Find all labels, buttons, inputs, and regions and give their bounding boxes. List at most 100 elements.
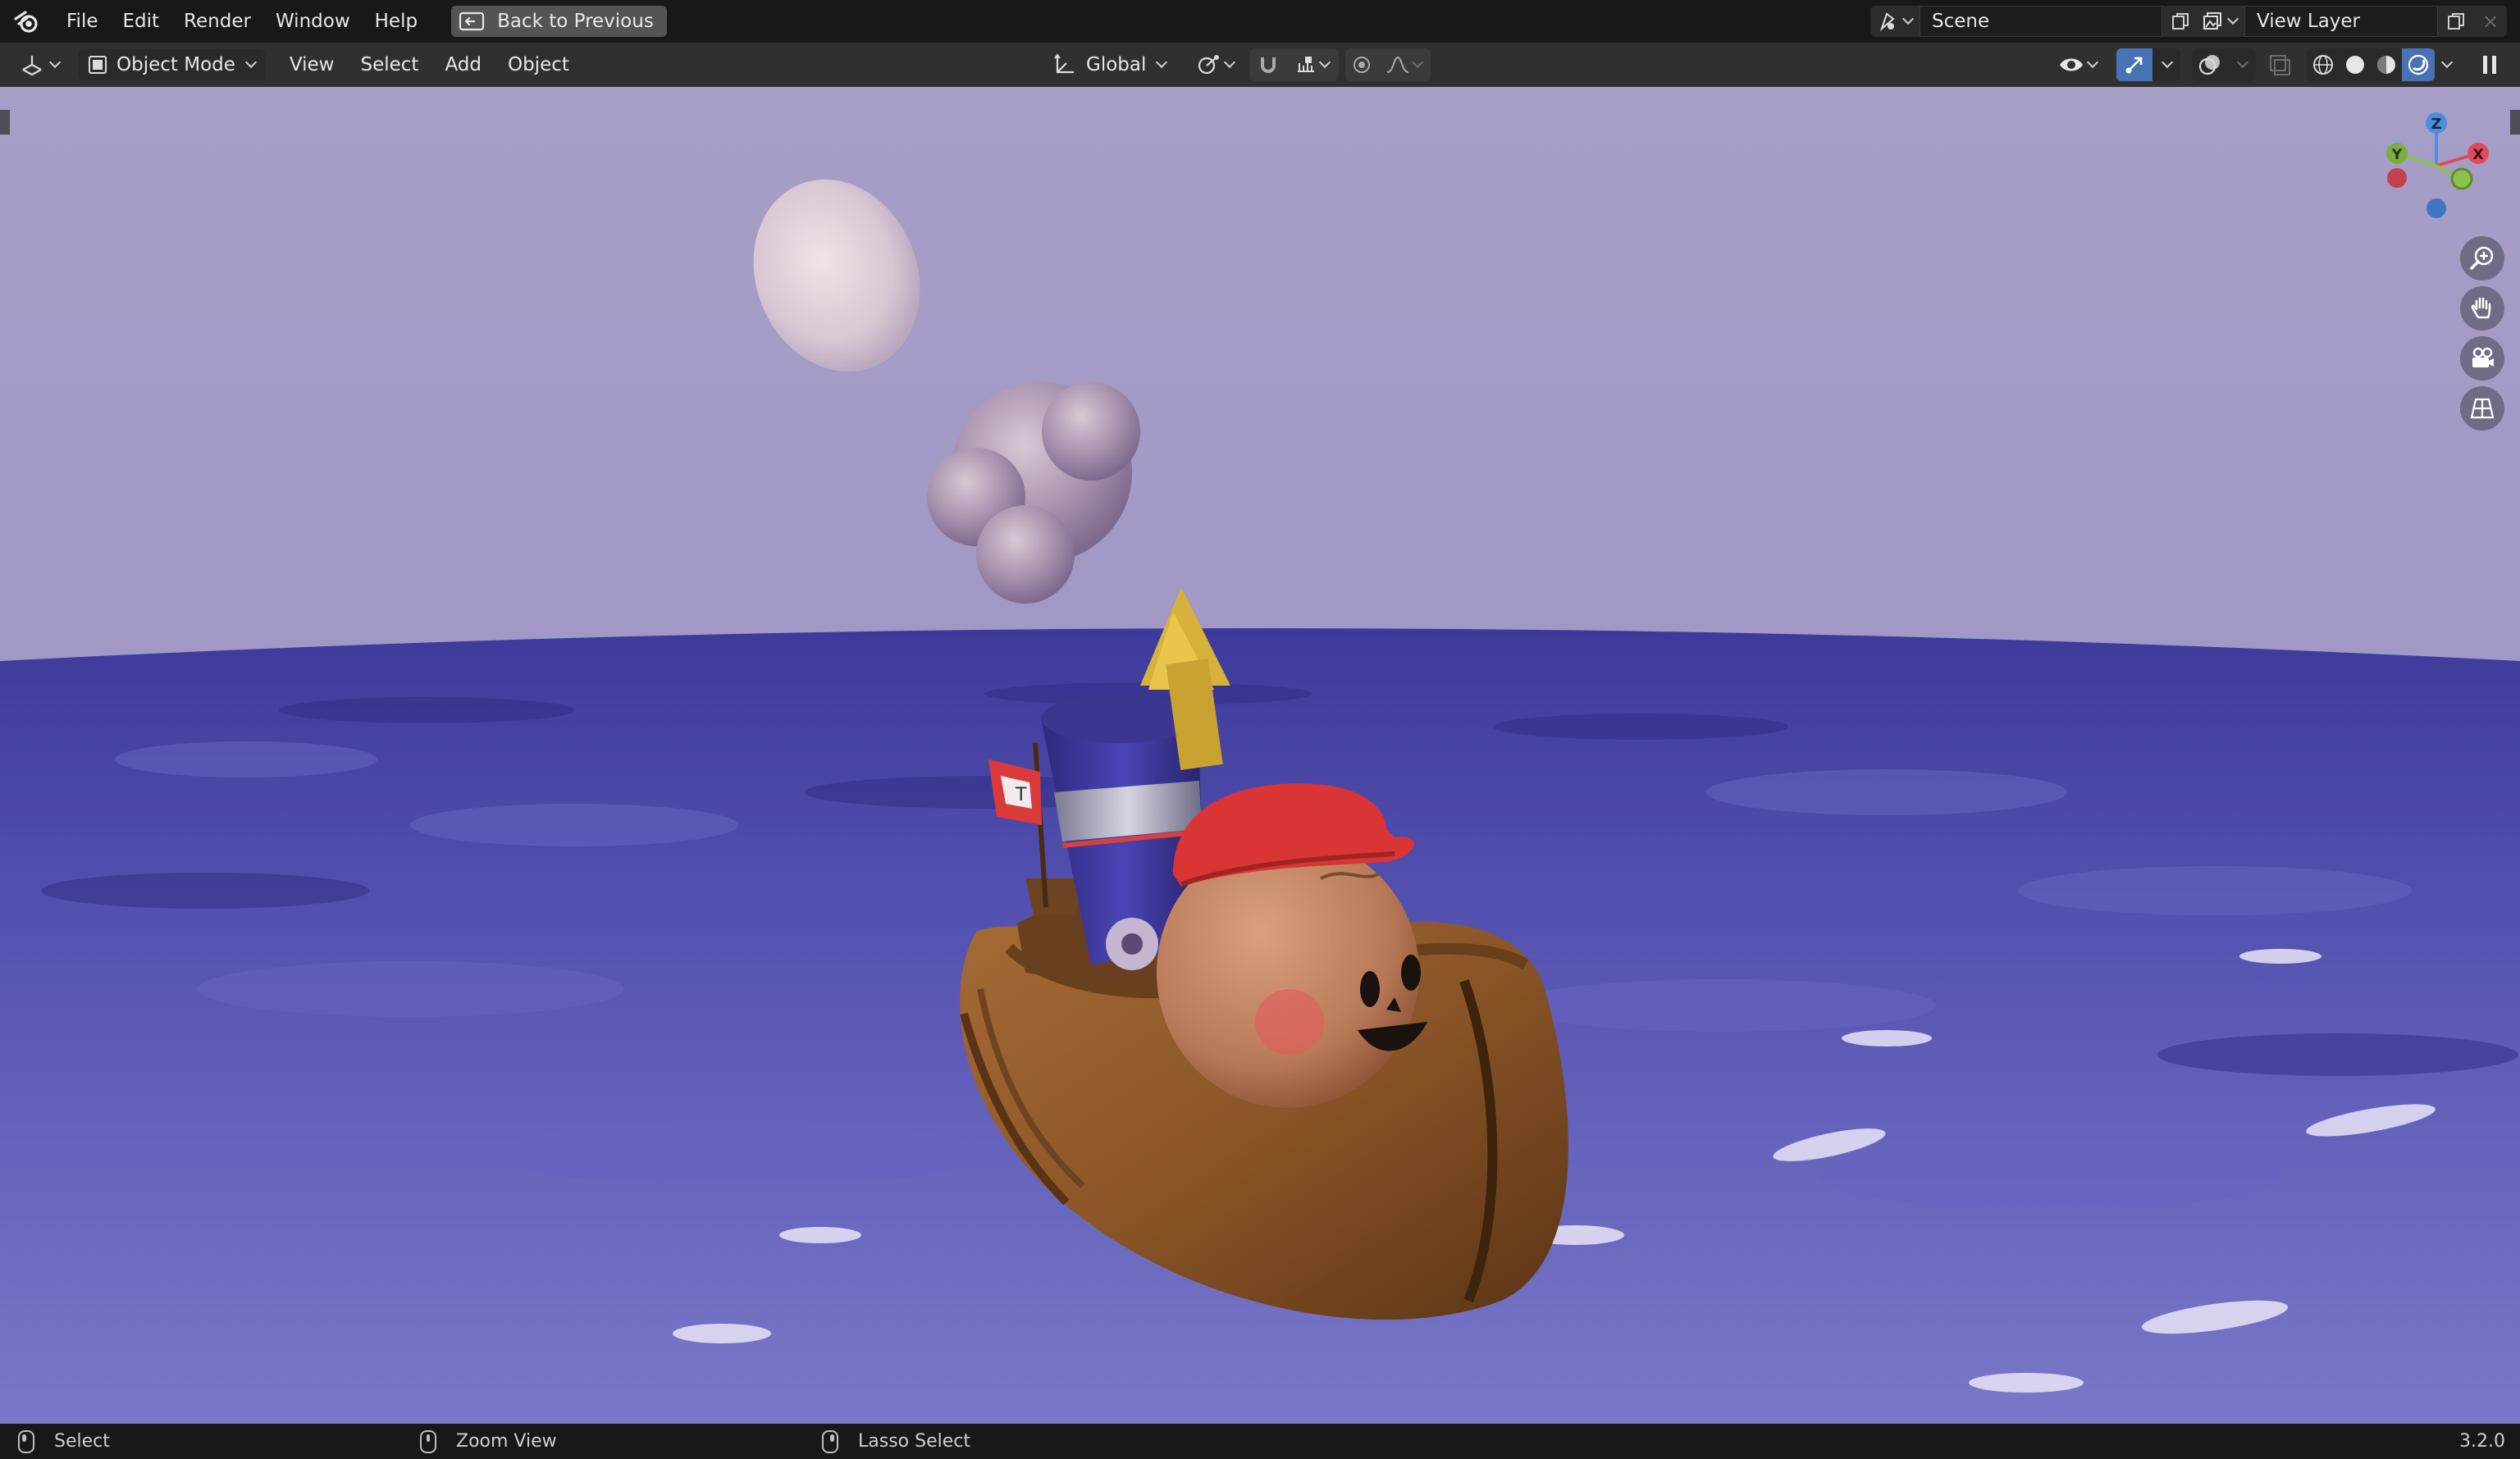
proportional-editing-toggle[interactable] [1345, 48, 1378, 81]
magnifier-plus-icon [2470, 246, 2494, 270]
snap-increment-icon [1298, 57, 1314, 72]
material-sphere-icon [2377, 56, 2395, 74]
menu-object[interactable]: Object [495, 49, 582, 80]
3d-viewport-icon [22, 56, 42, 76]
overlay-controls [2192, 48, 2256, 81]
shading-options-dropdown[interactable] [2440, 48, 2454, 81]
menu-file[interactable]: File [54, 5, 111, 38]
rendered-sphere-icon [2408, 54, 2429, 75]
object-mode-icon [89, 56, 107, 74]
proportional-falloff-dropdown[interactable] [1378, 48, 1431, 81]
duplicate-icon [2172, 13, 2189, 30]
xray-icon [2270, 55, 2290, 75]
snap-target-dropdown[interactable] [1286, 48, 1339, 81]
3d-viewport[interactable]: T Z Y X [0, 87, 2520, 1424]
navigation-gizmo[interactable]: Z Y X [2375, 107, 2503, 221]
gizmo-dropdown[interactable] [2152, 48, 2180, 81]
menu-window[interactable]: Window [263, 5, 363, 38]
rendered-scene: T [0, 87, 2520, 1424]
overlays-dropdown[interactable] [2228, 48, 2256, 81]
scene-selector: Scene × [1870, 6, 2231, 37]
magnet-icon [1261, 57, 1276, 73]
transform-orientation-dropdown[interactable]: Global [1050, 48, 1168, 81]
mouse-right-icon [822, 1429, 838, 1453]
shading-solid-button[interactable] [2340, 48, 2371, 81]
status-middle-click-label: Zoom View [456, 1431, 557, 1452]
status-left-click-label: Select [54, 1431, 110, 1452]
show-gizmo-toggle[interactable] [2116, 48, 2152, 81]
scene-name-field[interactable]: Scene [1920, 6, 2162, 37]
mouse-middle-icon [420, 1429, 436, 1453]
shading-wireframe-button[interactable] [2307, 48, 2340, 81]
new-scene-button[interactable] [2162, 6, 2198, 37]
back-icon [459, 11, 485, 31]
menu-edit[interactable]: Edit [111, 5, 172, 38]
gizmo-x-label: X [2472, 147, 2483, 163]
snap-toggle[interactable] [1250, 48, 1286, 81]
eye-icon [2060, 58, 2083, 71]
view-layer-browse-button[interactable] [2195, 6, 2244, 37]
blender-logo-icon[interactable] [0, 0, 54, 43]
hand-icon [2471, 297, 2491, 319]
shading-rendered-button[interactable] [2402, 48, 2435, 81]
overlays-icon [2198, 55, 2220, 75]
zoom-view-button[interactable] [2460, 236, 2504, 280]
menu-select[interactable]: Select [347, 49, 431, 80]
toolbar-region-tab[interactable] [0, 110, 10, 135]
render-layers-icon [2203, 12, 2221, 30]
orientation-global-icon [1054, 53, 1074, 74]
solid-sphere-icon [2346, 56, 2364, 74]
pan-view-button[interactable] [2460, 286, 2504, 331]
status-right-click-label: Lasso Select [858, 1431, 970, 1452]
toggle-perspective-button[interactable] [2460, 386, 2504, 431]
status-left-click: Select [18, 1424, 110, 1459]
scene-browse-button[interactable] [1870, 6, 1920, 37]
menu-view[interactable]: View [276, 49, 348, 80]
gizmo-controls [2116, 48, 2180, 81]
gizmo-icon [2125, 57, 2143, 74]
scene-icon [1879, 12, 1895, 32]
view-layer-name-field[interactable]: View Layer [2244, 6, 2438, 37]
proportional-editing-icon [1354, 57, 1370, 73]
transform-orientation-label: Global [1086, 54, 1147, 75]
menu-help[interactable]: Help [363, 5, 430, 38]
menu-render[interactable]: Render [171, 5, 263, 38]
proportional-editing-controls [1345, 48, 1431, 81]
show-overlays-toggle[interactable] [2192, 48, 2228, 81]
gizmo-neg-z-axis[interactable] [2426, 198, 2446, 218]
viewport-shading-controls [2307, 48, 2435, 81]
version-label: 3.2.0 [2459, 1431, 2505, 1452]
grid-perspective-icon [2470, 398, 2495, 419]
status-right-click: Lasso Select [822, 1424, 970, 1459]
duplicate-icon [2448, 13, 2464, 30]
camera-view-button[interactable] [2460, 336, 2504, 381]
camera-icon [2472, 347, 2494, 367]
mouse-left-icon [18, 1429, 34, 1453]
object-mode-label: Object Mode [116, 54, 235, 75]
gizmo-z-label: Z [2431, 116, 2441, 133]
pivot-point-dropdown[interactable] [1194, 48, 1236, 81]
sidebar-region-tab[interactable] [2510, 110, 2520, 135]
pause-icon [2483, 56, 2496, 74]
editor-type-button[interactable] [13, 49, 67, 80]
gizmo-neg-y-axis[interactable] [2450, 167, 2473, 190]
snap-controls [1250, 48, 1339, 81]
new-view-layer-button[interactable] [2438, 6, 2474, 37]
xray-toggle[interactable] [2266, 48, 2294, 81]
wireframe-sphere-icon [2313, 55, 2333, 75]
back-to-previous-button[interactable]: Back to Previous [451, 6, 667, 37]
object-mode-dropdown[interactable]: Object Mode [79, 49, 265, 80]
status-bar: Select Zoom View Lasso Select 3.2.0 [0, 1424, 2520, 1459]
shading-material-button[interactable] [2371, 48, 2402, 81]
top-bar: File Edit Render Window Help Back to Pre… [0, 0, 2520, 43]
falloff-curve-icon [1386, 56, 1409, 73]
pause-render-button[interactable] [2477, 48, 2502, 81]
gizmo-neg-x-axis[interactable] [2387, 168, 2407, 188]
status-middle-click: Zoom View [420, 1424, 557, 1459]
back-to-previous-label: Back to Previous [497, 11, 654, 32]
view-layer-selector: View Layer × [2195, 6, 2507, 37]
pivot-point-icon [1198, 55, 1219, 75]
selectability-visibility-dropdown[interactable] [2057, 48, 2099, 81]
menu-add[interactable]: Add [431, 49, 495, 80]
delete-view-layer-button[interactable]: × [2474, 6, 2507, 37]
